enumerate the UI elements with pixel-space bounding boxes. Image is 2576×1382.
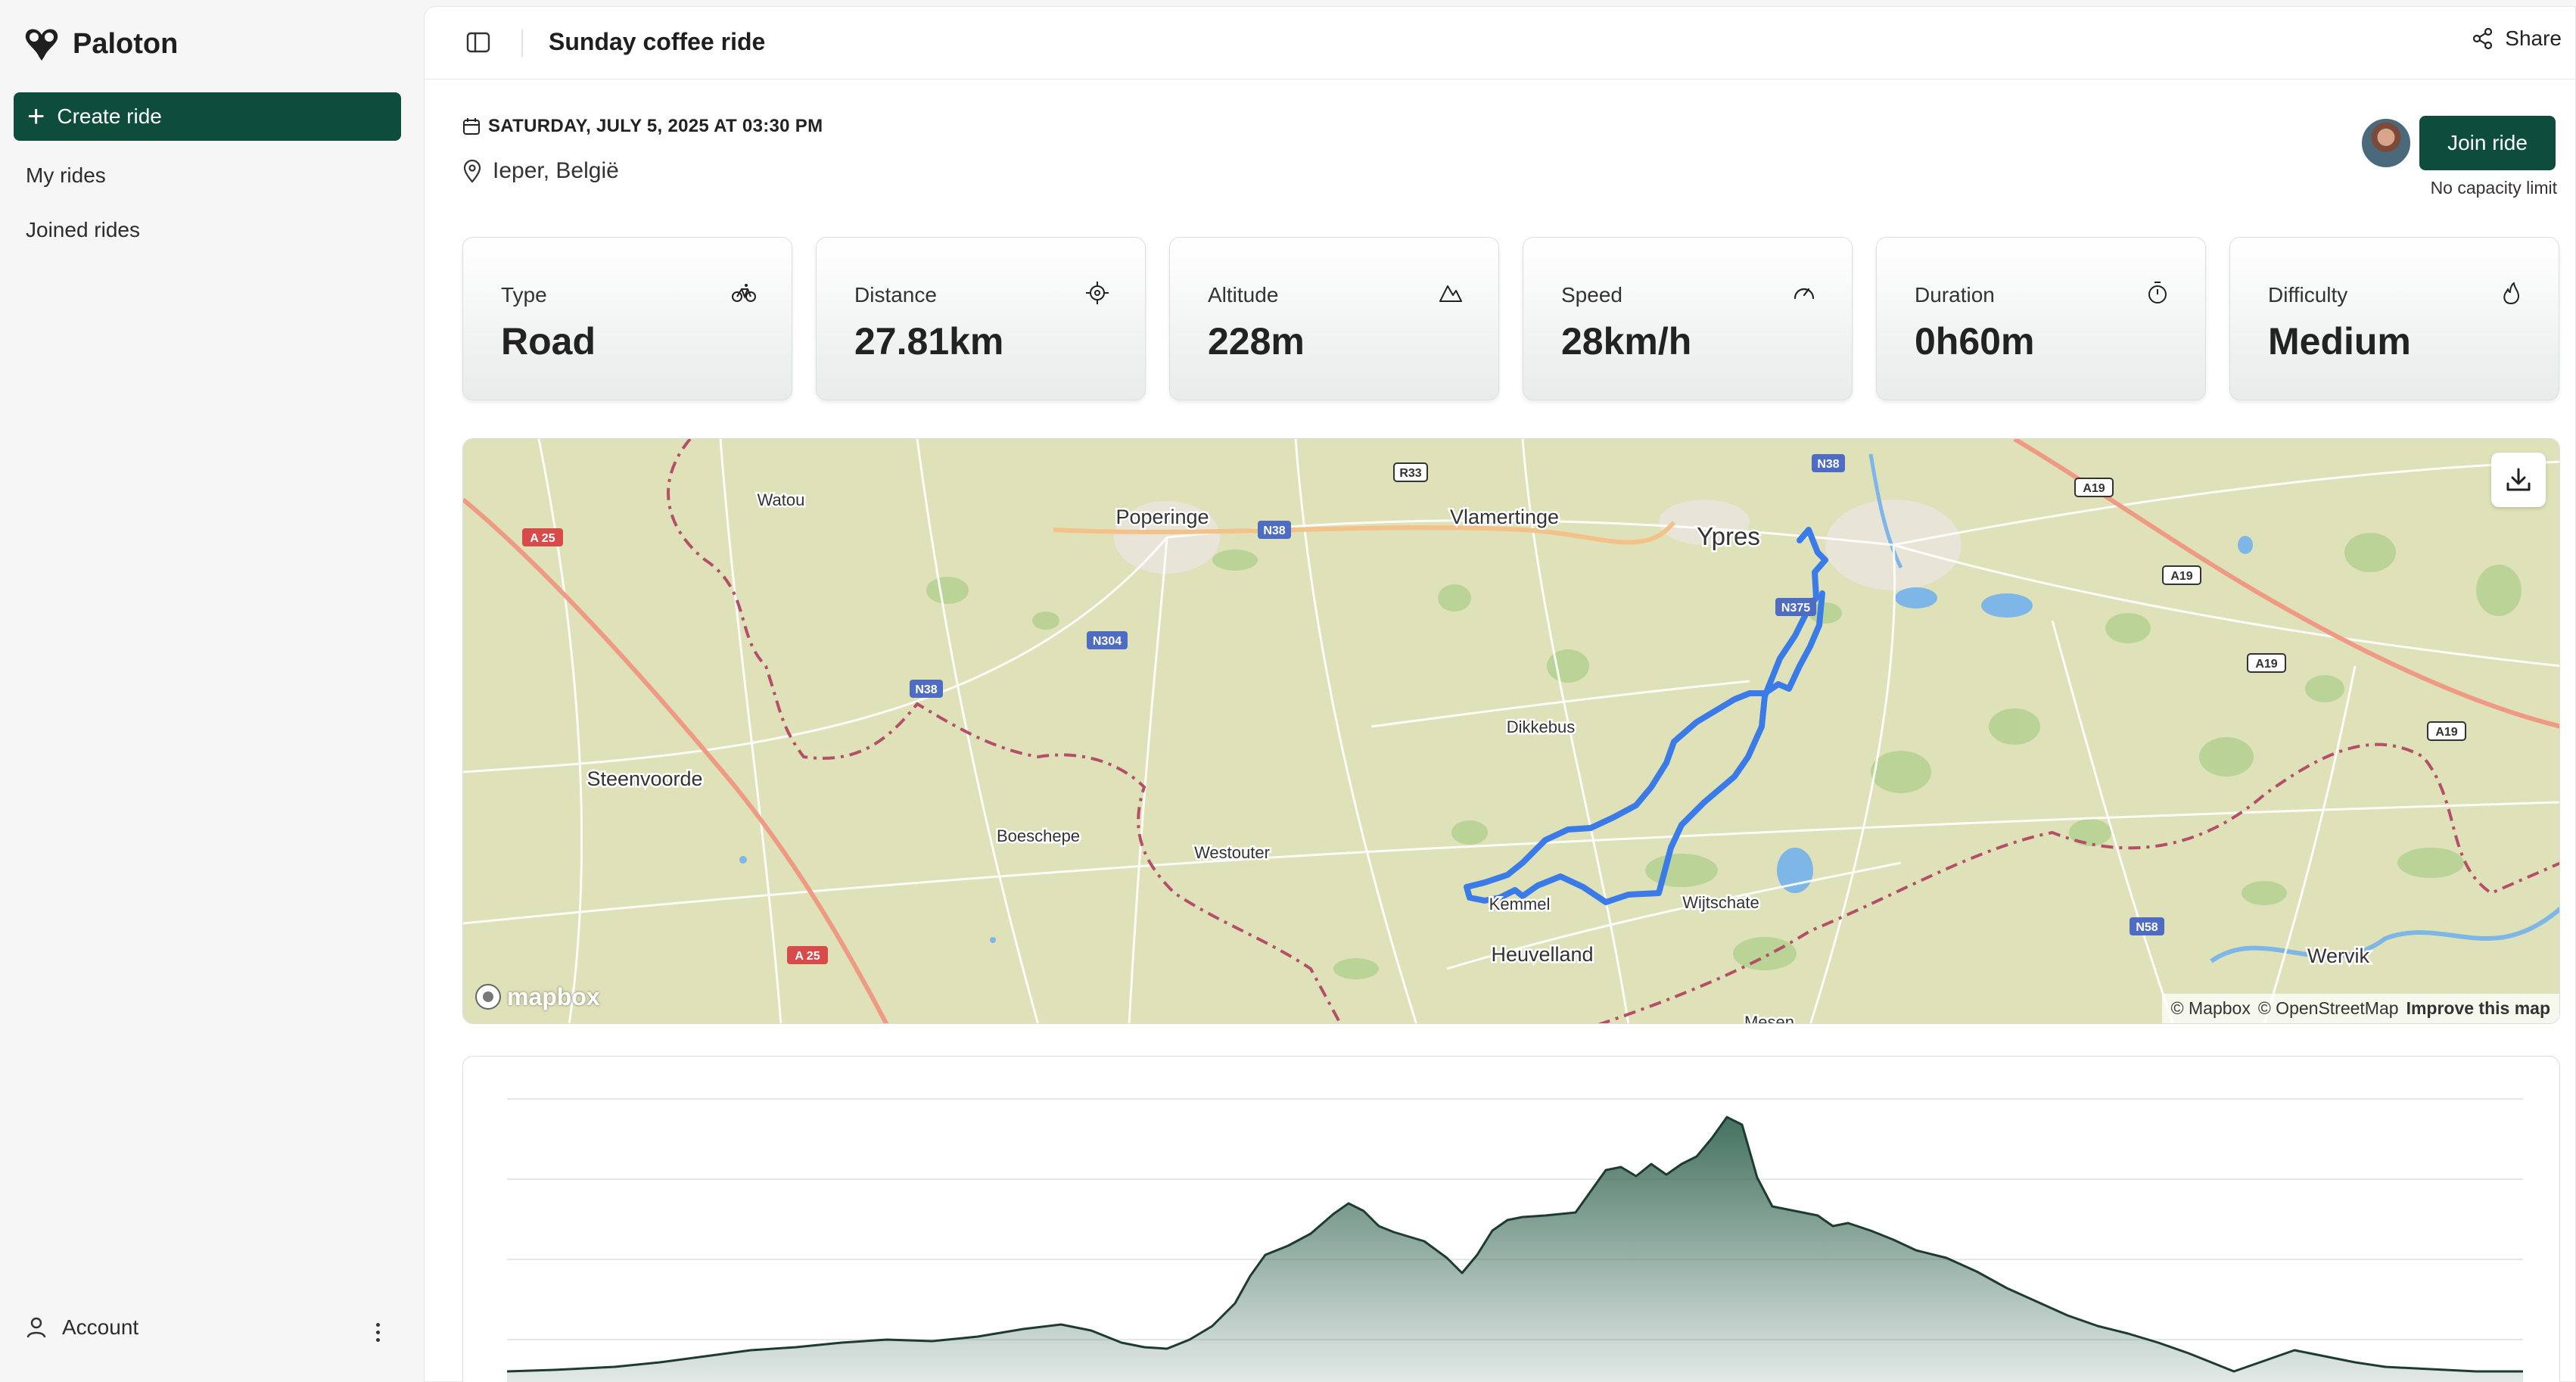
stat-label: Speed (1561, 283, 1622, 307)
place-label: Vlamertinge (1450, 506, 1559, 528)
place-label: Ypres (1697, 522, 1760, 550)
sidebar-item-joined-rides[interactable]: Joined rides (26, 218, 140, 242)
sidebar-item-my-rides[interactable]: My rides (26, 163, 106, 188)
stat-card-distance: Distance 27.81km (816, 237, 1146, 400)
road-shield: N38 (1263, 524, 1285, 537)
create-ride-label: Create ride (57, 104, 162, 128)
road-shield: A 25 (795, 950, 820, 963)
map-canvas[interactable]: R33 N38 N38 N304 N38 N375 A19 A19 A19 A1… (463, 439, 2560, 1024)
attribution-mapbox-link[interactable]: © Mapbox (2171, 998, 2251, 1019)
road-shield: A19 (2435, 726, 2457, 739)
stat-value: Road (501, 320, 596, 363)
stat-card-speed: Speed 28km/h (1523, 237, 1853, 400)
place-label: Westouter (1194, 843, 1270, 862)
stat-value: Medium (2268, 320, 2411, 363)
place-label: Heuvelland (1491, 943, 1593, 966)
share-label: Share (2505, 26, 2562, 50)
map-attribution: © Mapbox © OpenStreetMap Improve this ma… (2161, 994, 2559, 1023)
place-label: Boeschepe (997, 826, 1080, 845)
stat-value: 28km/h (1561, 320, 1692, 363)
place-label: Kemmel (1489, 895, 1551, 914)
gauge-icon (1794, 288, 1815, 300)
stat-label: Distance (854, 283, 937, 307)
stat-label: Difficulty (2268, 283, 2348, 307)
road-shield: A19 (2170, 570, 2192, 583)
road-shield: A 25 (530, 532, 555, 545)
avatar[interactable] (2360, 117, 2412, 169)
place-label: Wervik (2307, 945, 2370, 967)
account-button[interactable]: Account (26, 1315, 138, 1340)
stat-label: Type (501, 283, 547, 307)
route-map[interactable]: R33 N38 N38 N304 N38 N375 A19 A19 A19 A1… (462, 438, 2560, 1024)
account-label: Account (62, 1315, 139, 1339)
sidebar-toggle-icon[interactable] (465, 30, 491, 55)
download-button[interactable] (2491, 453, 2546, 507)
crosshair-icon (1086, 282, 1109, 304)
capacity-note: No capacity limit (2430, 178, 2557, 198)
place-label: Poperinge (1115, 506, 1209, 528)
share-button[interactable]: Share (2472, 26, 2562, 51)
user-icon (26, 1317, 46, 1338)
more-vertical-icon[interactable] (366, 1315, 389, 1349)
page-title: Sunday coffee ride (549, 28, 766, 55)
stat-value: 0h60m (1915, 320, 2035, 363)
improve-map-link[interactable]: Improve this map (2406, 998, 2550, 1019)
mountain-icon (1439, 285, 1462, 302)
stopwatch-icon (2148, 282, 2167, 303)
road-shield: A19 (2083, 482, 2105, 495)
ride-date-text: SATURDAY, JULY 5, 2025 AT 03:30 PM (488, 116, 823, 136)
place-label: Mesen (1744, 1013, 1794, 1024)
stat-card-difficulty: Difficulty Medium (2229, 237, 2559, 400)
road-shield: N38 (1817, 458, 1839, 471)
divider (521, 30, 523, 57)
stat-card-type: Type Road (462, 237, 792, 400)
paloton-logo-icon (25, 29, 58, 61)
download-icon (2506, 468, 2531, 491)
create-ride-button[interactable]: + Create ride (14, 92, 401, 141)
attribution-osm-link[interactable]: © OpenStreetMap (2258, 998, 2399, 1019)
road-shield: N375 (1781, 602, 1810, 615)
stats-row: Type Road Distance 27.81km Altitude 228m… (462, 237, 2560, 400)
place-label: Steenvoorde (586, 767, 702, 790)
mapbox-logo[interactable]: mapbox (474, 982, 600, 1011)
elevation-canvas (506, 1098, 2523, 1382)
main-content: Sunday coffee ride Share SATURDAY, JULY … (424, 6, 2576, 1382)
road-shield: A19 (2255, 658, 2277, 671)
mapbox-logo-icon (475, 984, 501, 1010)
top-bar: Sunday coffee ride Share (425, 7, 2575, 79)
place-label: Wijtschate (1682, 893, 1759, 912)
place-label: Dikkebus (1507, 717, 1575, 736)
stat-value: 27.81km (854, 320, 1004, 363)
stat-label: Altitude (1208, 283, 1279, 307)
calendar-icon (463, 118, 480, 135)
brand-name: Paloton (73, 27, 179, 60)
ride-location-text: Ieper, België (493, 158, 619, 183)
brand[interactable]: Paloton (23, 23, 178, 65)
flame-icon (2503, 282, 2519, 304)
mapbox-logo-text: mapbox (507, 982, 600, 1010)
elevation-area (507, 1117, 2523, 1382)
stat-card-altitude: Altitude 228m (1169, 237, 1499, 400)
sidebar: Paloton + Create ride My rides Joined ri… (0, 0, 424, 1382)
plus-icon: + (27, 100, 45, 133)
road-shield: R33 (1399, 467, 1421, 480)
stat-label: Duration (1915, 283, 1995, 307)
stat-card-duration: Duration 0h60m (1876, 237, 2206, 400)
bicycle-icon (732, 284, 756, 302)
stat-value: 228m (1208, 320, 1305, 363)
place-label: Watou (758, 490, 805, 509)
road-shield: N38 (915, 683, 937, 696)
join-ride-button[interactable]: Join ride (2419, 116, 2556, 170)
map-pin-icon (463, 159, 481, 183)
road-shield: N304 (1093, 635, 1122, 648)
elevation-chart[interactable] (462, 1056, 2560, 1382)
share-icon (2473, 27, 2493, 50)
ride-location: Ieper, België (462, 158, 619, 184)
road-shield: N58 (2136, 921, 2158, 934)
ride-date: SATURDAY, JULY 5, 2025 AT 03:30 PM (462, 116, 823, 137)
